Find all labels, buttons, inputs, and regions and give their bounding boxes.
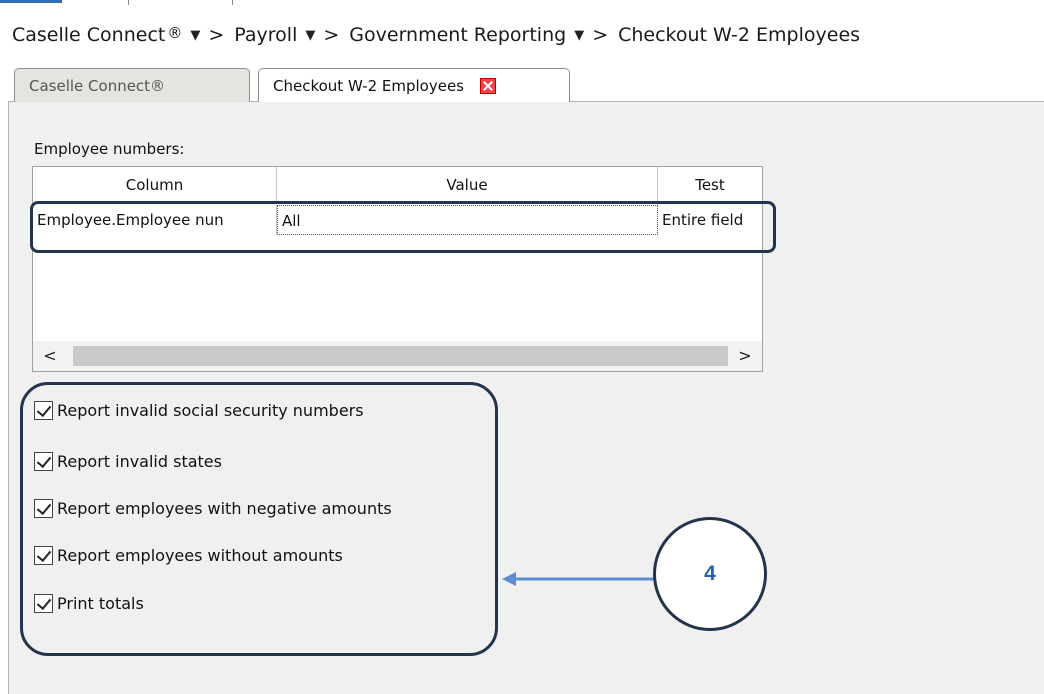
chevron-down-icon[interactable]: ▼ (190, 28, 200, 43)
tab-label: Caselle Connect® (29, 76, 166, 95)
chevron-down-icon[interactable]: ▼ (574, 28, 584, 43)
scroll-right-icon[interactable]: > (732, 341, 758, 371)
tab-caselle-connect[interactable]: Caselle Connect® (14, 68, 250, 102)
scroll-thumb[interactable] (73, 346, 728, 366)
grid-header: Column Value Test (33, 167, 762, 204)
breadcrumb-separator: > (323, 24, 340, 46)
tab-label: Checkout W-2 Employees (273, 76, 464, 95)
breadcrumb: Caselle Connect ® ▼ > Payroll ▼ > Governm… (12, 20, 860, 50)
breadcrumb-caselle-connect[interactable]: Caselle Connect ® (12, 24, 182, 46)
callout-number-badge: 4 (653, 517, 767, 631)
strip-divider (232, 0, 233, 5)
employee-numbers-label: Employee numbers: (34, 140, 185, 158)
employee-numbers-grid[interactable]: Column Value Test Employee.Employee nun … (32, 166, 763, 372)
column-header-value[interactable]: Value (277, 167, 658, 203)
close-icon[interactable] (480, 77, 496, 94)
tab-bar: Caselle Connect® Checkout W-2 Employees (0, 68, 1044, 118)
callout-arrow-icon (502, 572, 654, 586)
row-highlight-annotation (30, 201, 776, 253)
strip-divider (128, 0, 129, 5)
breadcrumb-government-reporting[interactable]: Government Reporting (349, 24, 566, 46)
top-strip (0, 0, 235, 6)
horizontal-scrollbar[interactable]: < > (33, 341, 762, 371)
column-header-test[interactable]: Test (658, 167, 762, 203)
breadcrumb-separator: > (208, 24, 225, 46)
breadcrumb-payroll[interactable]: Payroll (234, 24, 297, 46)
tab-checkout-w2-employees[interactable]: Checkout W-2 Employees (258, 68, 570, 102)
breadcrumb-separator: > (592, 24, 609, 46)
column-header-column[interactable]: Column (33, 167, 277, 203)
options-highlight-annotation (20, 382, 498, 656)
breadcrumb-checkout-w2[interactable]: Checkout W-2 Employees (618, 24, 860, 46)
chevron-down-icon[interactable]: ▼ (305, 28, 315, 43)
active-strip-segment (0, 0, 62, 3)
scroll-left-icon[interactable]: < (37, 341, 63, 371)
